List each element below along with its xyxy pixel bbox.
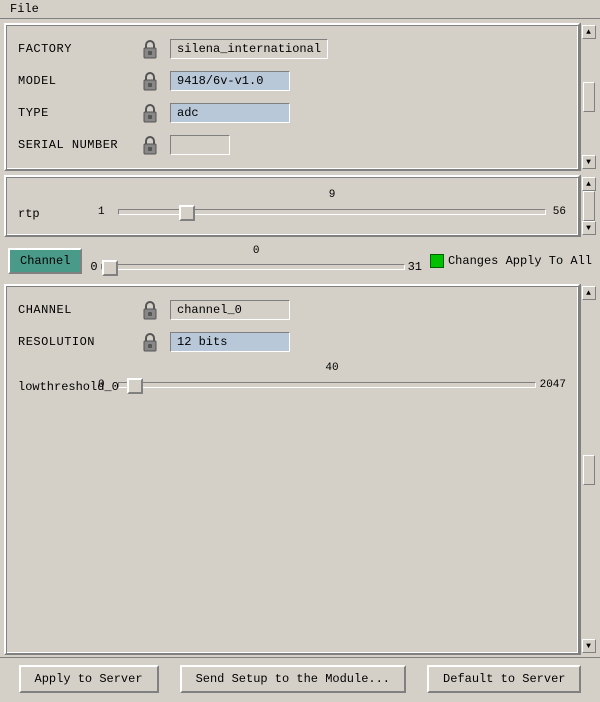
channel-max: 31: [408, 260, 422, 274]
scroll-thumb2[interactable]: [583, 191, 595, 221]
channel-slider[interactable]: [101, 258, 405, 276]
factory-row: FACTORY silena_international: [10, 33, 574, 65]
scroll-down-arrow2[interactable]: ▼: [582, 221, 596, 235]
channel-slider-wrap: 0 0 31: [90, 245, 422, 276]
scroll-up-arrow2[interactable]: ▲: [582, 177, 596, 191]
model-row: MODEL 9418/6v-v1.0: [10, 65, 574, 97]
model-value: 9418/6v-v1.0: [170, 71, 290, 91]
channel-area: Channel 0 0 31 Changes Apply To All: [4, 241, 596, 280]
serial-label: SERIAL NUMBER: [18, 138, 138, 152]
resolution-label: RESOLUTION: [18, 335, 138, 349]
scroll-down-arrow3[interactable]: ▼: [582, 639, 596, 653]
rtp-panel: rtp 9 1 56: [4, 175, 580, 237]
channel-lock-icon[interactable]: [138, 298, 162, 322]
scroll-up-arrow3[interactable]: ▲: [582, 286, 596, 300]
green-indicator: [430, 254, 444, 268]
resolution-value: 12 bits: [170, 332, 290, 352]
scroll-thumb3[interactable]: [583, 455, 595, 485]
lowthreshold-slider[interactable]: [118, 376, 536, 394]
menu-file[interactable]: File: [4, 0, 45, 18]
rtp-label: rtp: [18, 207, 98, 221]
type-value: adc: [170, 103, 290, 123]
menubar: File: [0, 0, 600, 19]
channel-label: CHANNEL: [18, 303, 138, 317]
channel-name-value: channel_0: [170, 300, 290, 320]
changes-indicator: Changes Apply To All: [430, 254, 592, 268]
panel2-scrollbar[interactable]: ▲ ▼: [580, 175, 596, 237]
scroll-up-arrow[interactable]: ▲: [582, 25, 596, 39]
changes-label: Changes Apply To All: [448, 254, 592, 268]
scroll-thumb[interactable]: [583, 82, 595, 112]
lowthreshold-slider-row: lowthreshold_0 40 0 2047: [10, 358, 574, 400]
type-label: TYPE: [18, 106, 138, 120]
footer: Apply to Server Send Setup to the Module…: [0, 657, 600, 699]
lowthreshold-min: 0: [98, 379, 114, 391]
channel-name-row: CHANNEL channel_0: [10, 294, 574, 326]
lowthreshold-max: 2047: [540, 379, 566, 391]
type-lock-icon[interactable]: [138, 101, 162, 125]
panel3-scrollbar[interactable]: ▲ ▼: [580, 284, 596, 655]
factory-lock-icon[interactable]: [138, 37, 162, 61]
serial-row: SERIAL NUMBER: [10, 129, 574, 161]
rtp-slider-row: rtp 9 1 56: [10, 185, 574, 227]
channel-panel: CHANNEL channel_0 RESOLUTION: [4, 284, 580, 655]
model-label: MODEL: [18, 74, 138, 88]
lowthreshold-value: 40: [325, 362, 338, 374]
rtp-min: 1: [98, 206, 114, 218]
factory-label: FACTORY: [18, 42, 138, 56]
scroll-down-arrow[interactable]: ▼: [582, 155, 596, 169]
type-row: TYPE adc: [10, 97, 574, 129]
channel-button[interactable]: Channel: [8, 248, 82, 274]
send-setup-button[interactable]: Send Setup to the Module...: [180, 665, 406, 693]
default-server-button[interactable]: Default to Server: [427, 665, 581, 693]
channel-slider-value: 0: [90, 245, 422, 257]
resolution-lock-icon[interactable]: [138, 330, 162, 354]
apply-server-button[interactable]: Apply to Server: [19, 665, 159, 693]
rtp-max: 56: [550, 206, 566, 218]
resolution-row: RESOLUTION 12 bits: [10, 326, 574, 358]
lowthreshold-label: lowthreshold_0: [18, 380, 98, 394]
factory-value: silena_international: [170, 39, 328, 59]
channel-min: 0: [90, 260, 97, 274]
model-lock-icon[interactable]: [138, 69, 162, 93]
rtp-value: 9: [329, 189, 336, 201]
rtp-slider[interactable]: [118, 203, 546, 221]
serial-lock-icon[interactable]: [138, 133, 162, 157]
info-panel: FACTORY silena_international MODEL: [4, 23, 580, 171]
panel1-scrollbar[interactable]: ▲ ▼: [580, 23, 596, 171]
serial-value: [170, 135, 230, 155]
